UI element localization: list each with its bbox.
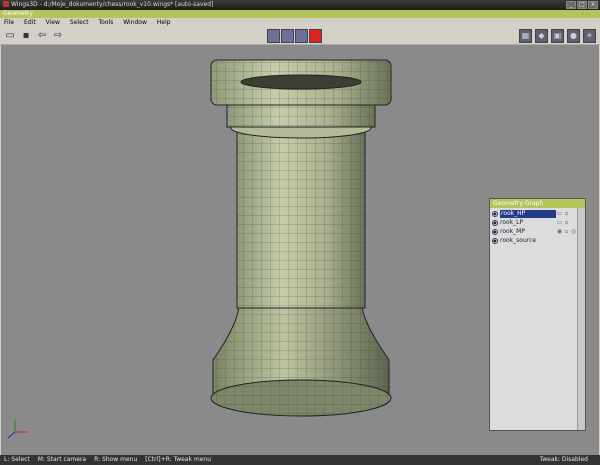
- save-icon[interactable]: ▪: [19, 30, 33, 42]
- hint-left: L: Select: [4, 456, 30, 463]
- object-row-rook-mp[interactable]: ● rook_MP ◉ ▫ ◎: [492, 228, 579, 236]
- selection-mode-group: [267, 29, 322, 43]
- object-name: rook_LP: [500, 219, 524, 226]
- object-name: rook_MP: [500, 228, 525, 235]
- object-icon: ●: [492, 211, 498, 217]
- groundplane-icon[interactable]: ▦: [519, 29, 532, 43]
- geometry-graph-scrollbar[interactable]: [577, 208, 585, 430]
- minimize-button[interactable]: _: [566, 1, 576, 9]
- visibility-icon[interactable]: ▭: [556, 210, 563, 218]
- toolbar: ▭ ▪ ⇦ ⇨ ▦ ◆ ▣ ● ☀: [0, 28, 600, 45]
- object-icon: ●: [492, 238, 498, 244]
- redo-icon[interactable]: ⇨: [51, 30, 65, 42]
- lock-icon[interactable]: ▫: [563, 210, 570, 218]
- visibility-icon[interactable]: ▭: [556, 219, 563, 227]
- wire-icon[interactable]: ◎: [570, 228, 577, 236]
- status-bar: L: Select M: Start camera R: Show menu […: [0, 455, 600, 465]
- menu-view[interactable]: View: [42, 18, 66, 28]
- close-button[interactable]: ×: [588, 1, 598, 9]
- open-icon[interactable]: ▭: [3, 30, 17, 42]
- geometry-graph-title: Geometry Graph: [490, 199, 585, 208]
- vertex-mode-button[interactable]: [267, 29, 280, 43]
- menu-help[interactable]: Help: [153, 18, 177, 28]
- menu-bar: File Edit View Select Tools Window Help: [0, 18, 600, 28]
- object-row-rook-source[interactable]: ● rook_source: [492, 237, 579, 245]
- hint-ctrl-right: [Ctrl]+R: Tweak menu: [145, 456, 212, 463]
- tweak-status: Tweak: Disabled: [539, 456, 588, 463]
- lock-icon[interactable]: ▫: [563, 228, 570, 236]
- geometry-graph-list: ● rook_HP ▭ ▫ ● rook_LP ▭ ▫ ● rook_MP ◉ …: [490, 208, 585, 430]
- view-toggle-group: ▦ ◆ ▣ ● ☀: [519, 29, 596, 43]
- title-bar: Wings3D - d:/Moje_dokumenty/chess/rook_v…: [0, 0, 600, 10]
- menu-select[interactable]: Select: [66, 18, 95, 28]
- geometry-graph-panel: Geometry Graph ● rook_HP ▭ ▫ ● rook_LP ▭…: [489, 198, 586, 431]
- wings3d-window: Wings3D - d:/Moje_dokumenty/chess/rook_v…: [0, 0, 600, 465]
- geometry-header: Geometry: [0, 10, 600, 18]
- window-title: Wings3D - d:/Moje_dokumenty/chess/rook_v…: [11, 1, 214, 8]
- undo-icon[interactable]: ⇦: [35, 30, 49, 42]
- axes-icon[interactable]: ◆: [535, 29, 548, 43]
- light-icon[interactable]: ☀: [583, 29, 596, 43]
- axis-gizmo: [7, 420, 27, 439]
- object-row-rook-lp[interactable]: ● rook_LP ▭ ▫: [492, 219, 579, 227]
- body-mode-button[interactable]: [309, 29, 322, 43]
- object-name: rook_source: [500, 237, 537, 244]
- object-name: rook_HP: [500, 210, 556, 218]
- lock-icon[interactable]: ▫: [563, 219, 570, 227]
- app-icon: [3, 1, 9, 7]
- hint-right: R: Show menu: [94, 456, 138, 463]
- visibility-icon[interactable]: ◉: [556, 228, 563, 236]
- face-mode-button[interactable]: [295, 29, 308, 43]
- menu-window[interactable]: Window: [119, 18, 153, 28]
- menu-edit[interactable]: Edit: [20, 18, 42, 28]
- object-row-rook-hp[interactable]: ● rook_HP ▭ ▫: [492, 210, 579, 218]
- perspective-icon[interactable]: ▣: [551, 29, 564, 43]
- smooth-icon[interactable]: ●: [567, 29, 580, 43]
- window-controls: _ □ ×: [566, 1, 598, 9]
- object-icon: ●: [492, 220, 498, 226]
- menu-file[interactable]: File: [0, 18, 20, 28]
- hint-middle: M: Start camera: [37, 456, 87, 463]
- maximize-button[interactable]: □: [577, 1, 587, 9]
- menu-tools[interactable]: Tools: [94, 18, 119, 28]
- object-icon: ●: [492, 229, 498, 235]
- edge-mode-button[interactable]: [281, 29, 294, 43]
